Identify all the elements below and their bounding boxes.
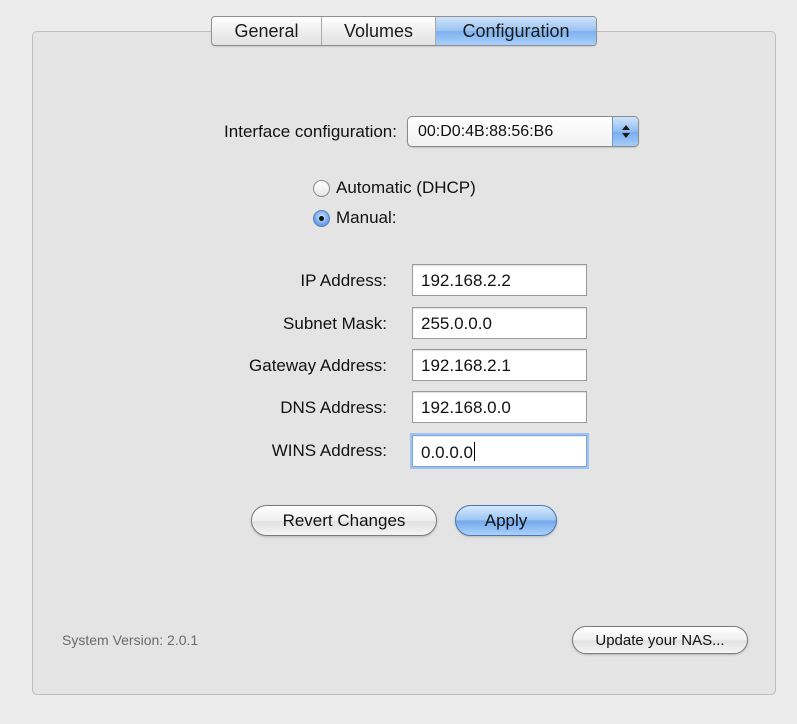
subnet-mask-field[interactable]: 255.0.0.0: [412, 307, 587, 339]
interface-configuration-label: Interface configuration:: [224, 122, 397, 141]
tab-configuration[interactable]: Configuration: [435, 17, 596, 45]
dns-address-label: DNS Address:: [280, 398, 387, 417]
wins-address-value: 0.0.0.0: [421, 443, 473, 462]
radio-automatic-dhcp[interactable]: Automatic (DHCP): [313, 178, 476, 198]
wins-address-label: WINS Address:: [271, 441, 387, 460]
radio-manual-label: Manual:: [336, 208, 397, 227]
tab-general[interactable]: General: [212, 17, 321, 45]
dns-address-field[interactable]: 192.168.0.0: [412, 391, 587, 423]
configuration-panel: [32, 31, 776, 695]
radio-selected-icon[interactable]: [313, 209, 330, 227]
tab-bar: General Volumes Configuration: [211, 16, 597, 46]
gateway-address-label: Gateway Address:: [249, 356, 387, 375]
arrow-down-icon: [621, 133, 630, 138]
subnet-mask-label: Subnet Mask:: [283, 314, 387, 333]
gateway-address-field[interactable]: 192.168.2.1: [412, 349, 587, 381]
interface-select[interactable]: 00:D0:4B:88:56:B6: [407, 116, 639, 147]
tab-volumes[interactable]: Volumes: [321, 17, 435, 45]
arrow-up-icon: [621, 125, 630, 130]
radio-manual[interactable]: Manual:: [313, 208, 396, 228]
apply-button[interactable]: Apply: [455, 505, 557, 536]
interface-select-value: 00:D0:4B:88:56:B6: [418, 123, 554, 140]
update-nas-button[interactable]: Update your NAS...: [572, 626, 748, 654]
ip-address-field[interactable]: 192.168.2.2: [412, 264, 587, 296]
ip-address-label: IP Address:: [300, 271, 387, 290]
wins-address-field[interactable]: 0.0.0.0: [412, 435, 587, 467]
popup-arrows-icon: [612, 117, 638, 146]
revert-changes-button[interactable]: Revert Changes: [251, 505, 437, 536]
system-version-text: System Version: 2.0.1: [62, 632, 199, 648]
radio-automatic-label: Automatic (DHCP): [336, 178, 476, 197]
text-caret: [474, 442, 475, 461]
radio-unselected-icon[interactable]: [313, 179, 330, 197]
